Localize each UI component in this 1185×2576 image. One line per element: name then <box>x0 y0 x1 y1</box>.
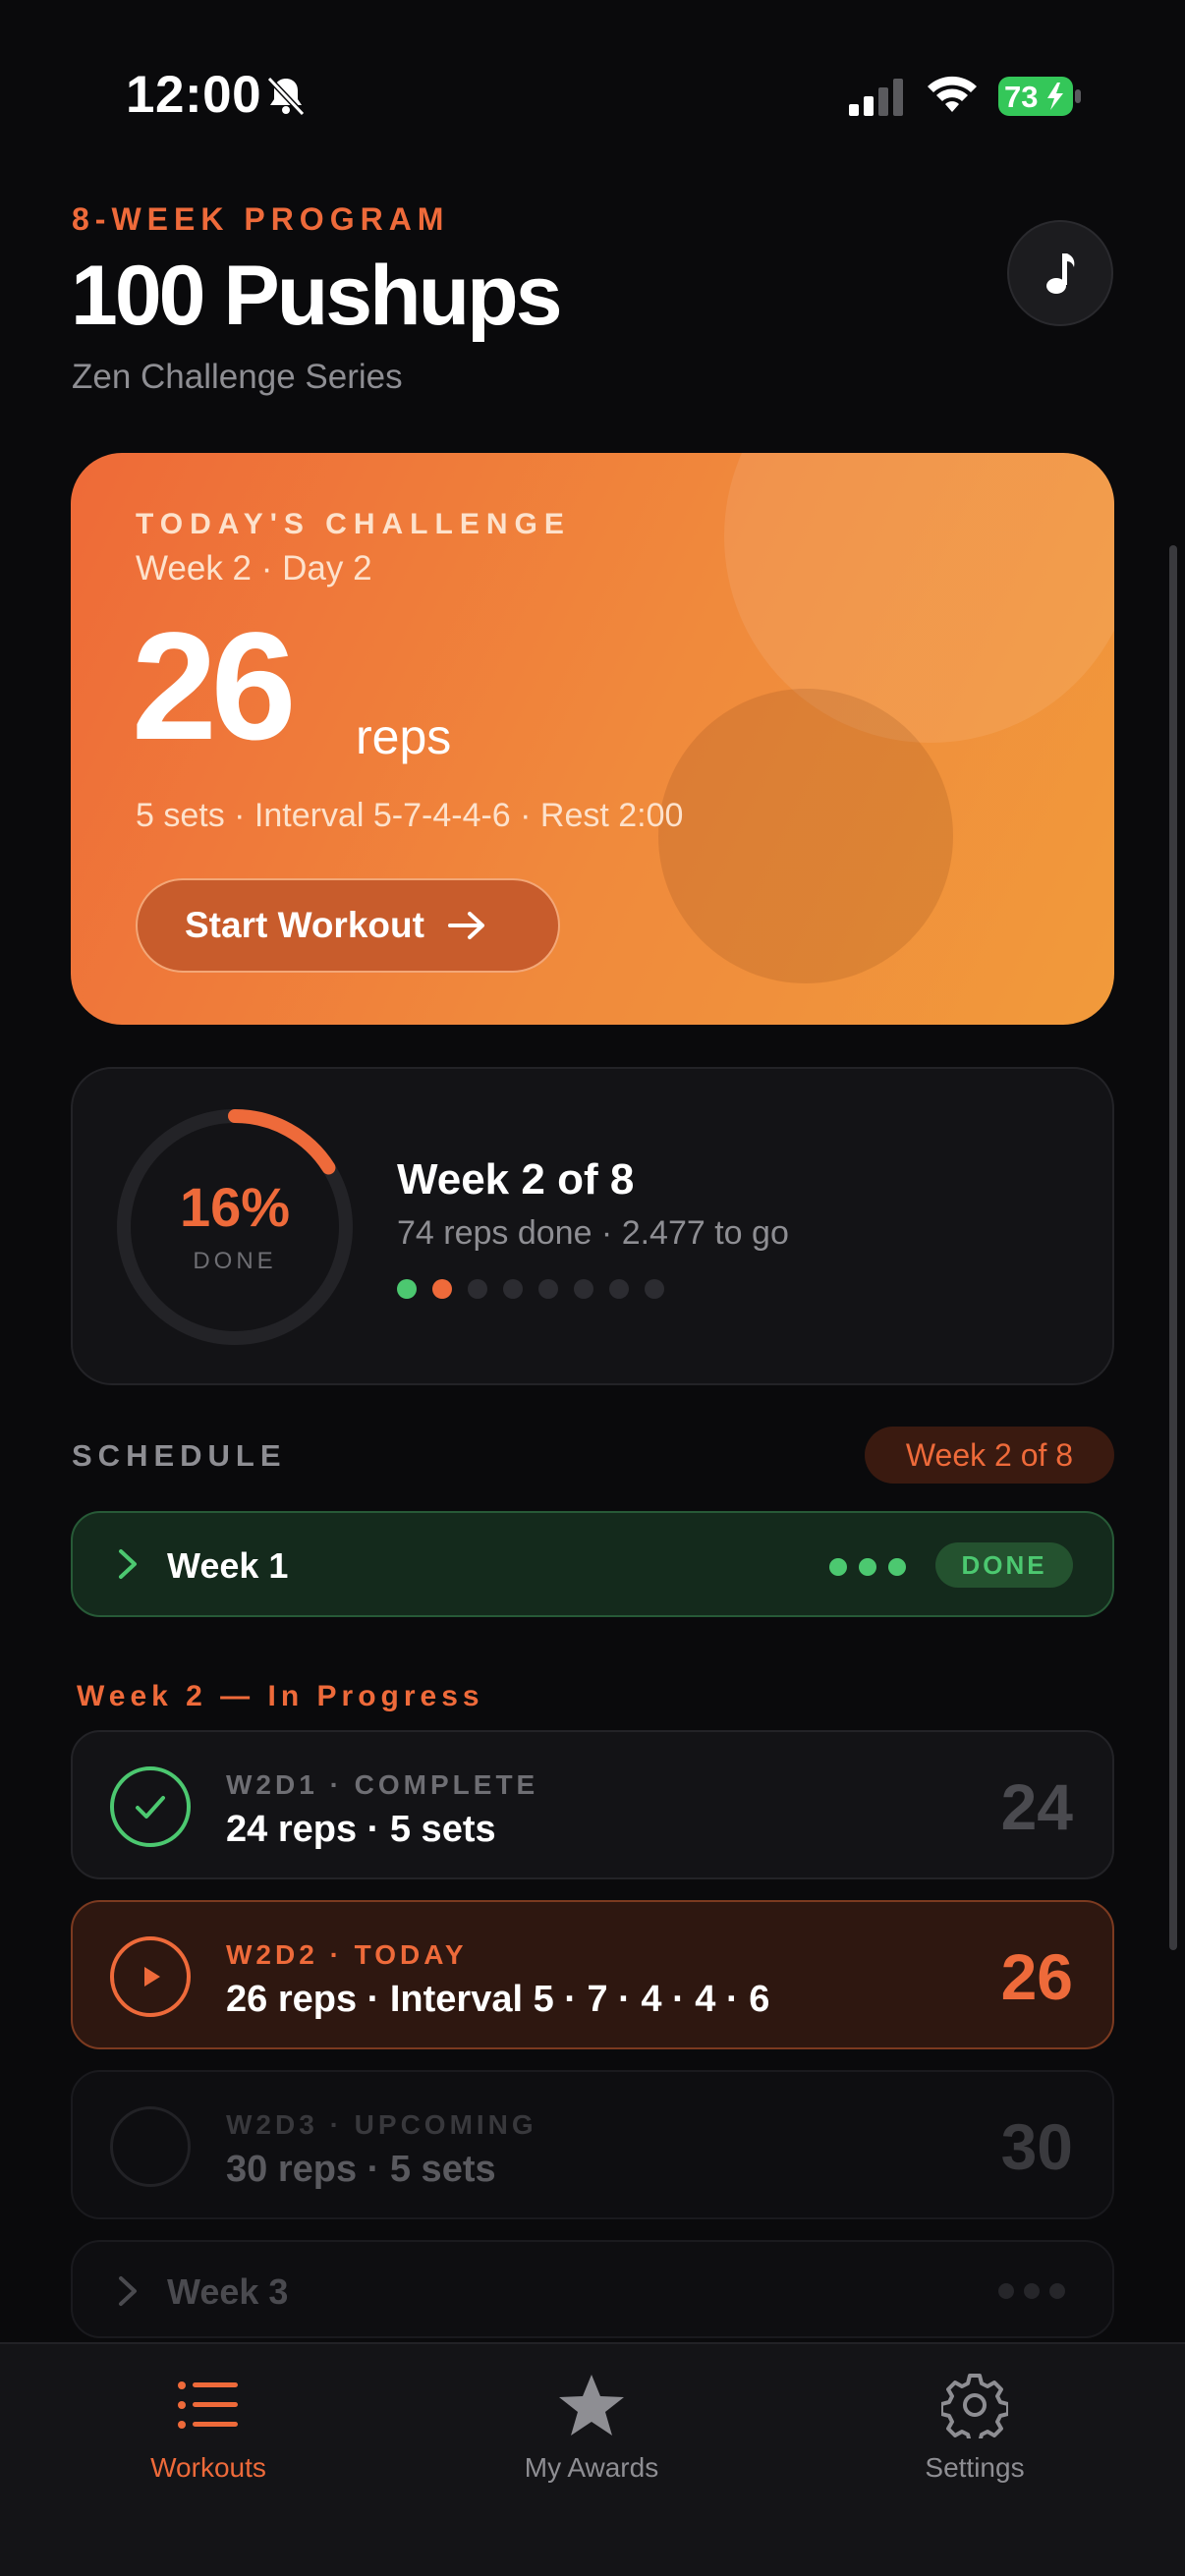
week-2-heading: Week 2 — In Progress <box>77 1680 484 1712</box>
tab-workouts-label: Workouts <box>150 2452 266 2483</box>
day-dot <box>829 1558 847 1576</box>
battery-level: 73 <box>1004 80 1039 114</box>
progress-title: Week 2 of 8 <box>397 1155 635 1204</box>
signal-icon <box>849 79 903 116</box>
page-title: 100 Pushups <box>71 249 563 343</box>
day-reps-number: 30 <box>1000 2110 1073 2183</box>
day-row-w2d3[interactable]: W2D3 · UPCOMING 30 reps · 5 sets 30 <box>71 2070 1114 2219</box>
scrollbar[interactable] <box>1169 545 1177 1950</box>
day-row-w2d2[interactable]: W2D2 · TODAY 26 reps · Interval 5 · 7 · … <box>71 1900 1114 2049</box>
chevron-right-icon <box>119 1549 137 1579</box>
day-dot <box>998 2283 1014 2299</box>
start-workout-button[interactable]: Start Workout <box>136 878 560 973</box>
play-icon[interactable] <box>110 1936 191 2017</box>
week-3-row[interactable]: Week 3 <box>71 2240 1114 2338</box>
week-dot <box>645 1279 664 1299</box>
progress-done-label: DONE <box>193 1248 277 1274</box>
challenge-meta: 5 sets · Interval 5-7-4-4-6 · Rest 2:00 <box>136 797 684 834</box>
list-icon <box>178 2381 238 2429</box>
tab-my-awards-label: My Awards <box>524 2452 659 2483</box>
day-tag: W2D3 · UPCOMING <box>226 2109 537 2140</box>
check-icon <box>110 1766 191 1847</box>
chevron-right-icon <box>119 2276 137 2306</box>
bell-slash-icon <box>266 76 306 117</box>
todays-challenge-card[interactable]: TODAY'S CHALLENGE Week 2 · Day 2 26 reps… <box>71 453 1114 1025</box>
day-description: 30 reps · 5 sets <box>226 2149 496 2190</box>
arrow-right-icon <box>447 912 484 939</box>
decorative-bubble <box>658 689 953 983</box>
progress-card: 16% DONE Week 2 of 8 74 reps done · 2.47… <box>71 1067 1114 1385</box>
day-reps-number: 24 <box>1000 1770 1073 1843</box>
week-dot <box>397 1279 417 1299</box>
week-dot <box>609 1279 629 1299</box>
progress-percent: 16% <box>179 1176 291 1238</box>
day-tag: W2D2 · TODAY <box>226 1939 468 1970</box>
schedule-week-badge: Week 2 of 8 <box>865 1427 1114 1484</box>
day-row-w2d1[interactable]: W2D1 · COMPLETE 24 reps · 5 sets 24 <box>71 1730 1114 1879</box>
star-icon <box>559 2375 624 2436</box>
week-1-status-badge: DONE <box>935 1542 1073 1588</box>
week-dot <box>574 1279 593 1299</box>
start-workout-label: Start Workout <box>185 905 424 945</box>
tab-settings[interactable]: Settings <box>847 2366 1102 2484</box>
week-dot <box>538 1279 558 1299</box>
music-button[interactable] <box>1007 220 1113 326</box>
page-subtitle: Zen Challenge Series <box>72 358 403 396</box>
week-3-dots <box>998 2283 1065 2299</box>
empty-circle-icon <box>110 2106 191 2187</box>
music-note-icon <box>1046 253 1075 294</box>
week-dot <box>468 1279 487 1299</box>
tab-workouts[interactable]: Workouts <box>81 2366 336 2484</box>
battery-charging-icon: 73 <box>998 77 1081 116</box>
week-1-row[interactable]: Week 1 DONE <box>71 1511 1114 1617</box>
day-tag: W2D1 · COMPLETE <box>226 1769 539 1800</box>
day-description: 26 reps · Interval 5 · 7 · 4 · 4 · 6 <box>226 1979 770 2020</box>
week-3-label: Week 3 <box>167 2271 289 2312</box>
program-eyebrow: 8-WEEK PROGRAM <box>72 201 450 237</box>
wifi-icon <box>928 76 977 112</box>
challenge-week-day: Week 2 · Day 2 <box>136 549 372 588</box>
tab-settings-label: Settings <box>925 2452 1025 2483</box>
tab-bar: Workouts My Awards Settings <box>0 2342 1185 2576</box>
challenge-eyebrow: TODAY'S CHALLENGE <box>136 508 571 540</box>
week-dot <box>503 1279 523 1299</box>
day-description: 24 reps · 5 sets <box>226 1809 496 1850</box>
day-dot <box>1024 2283 1040 2299</box>
schedule-label: SCHEDULE <box>72 1438 287 1473</box>
week-1-label: Week 1 <box>167 1545 289 1586</box>
day-dot <box>1049 2283 1065 2299</box>
gear-icon <box>941 2374 1008 2438</box>
challenge-reps: 26 <box>132 601 297 772</box>
day-dot <box>888 1558 906 1576</box>
week-dots <box>397 1279 664 1299</box>
week-1-dots <box>829 1558 906 1576</box>
day-reps-number: 26 <box>1000 1940 1073 2013</box>
day-dot <box>859 1558 876 1576</box>
challenge-reps-unit: reps <box>356 709 452 764</box>
progress-subtitle: 74 reps done · 2.477 to go <box>397 1214 789 1252</box>
tab-my-awards[interactable]: My Awards <box>464 2366 719 2484</box>
status-time: 12:00 <box>126 66 262 124</box>
week-dot <box>432 1279 452 1299</box>
